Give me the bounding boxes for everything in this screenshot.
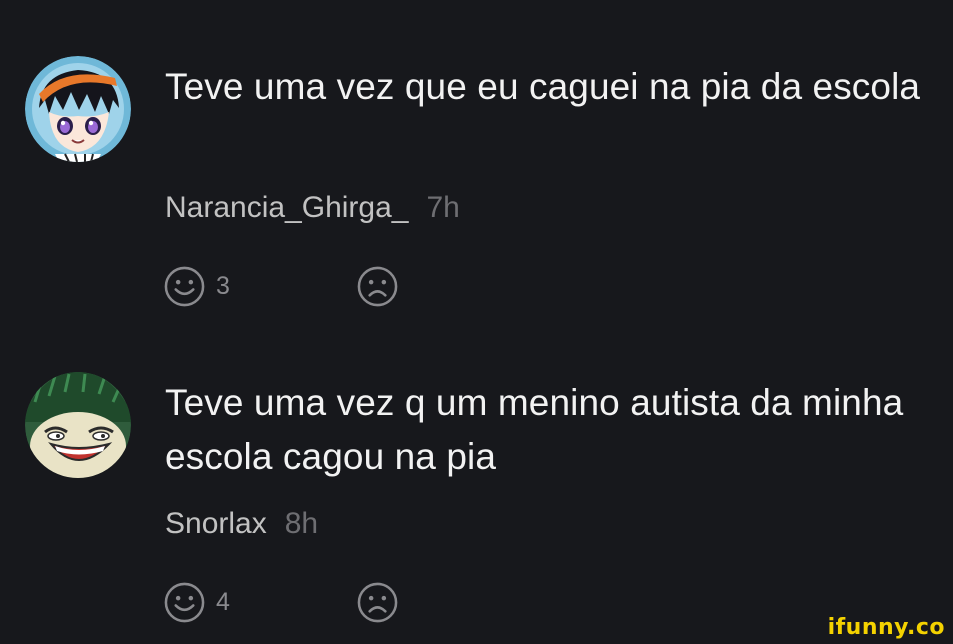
timestamp: 7h	[426, 191, 460, 224]
smile-button[interactable]: 3	[163, 264, 230, 308]
smile-count: 3	[216, 271, 230, 300]
smile-icon	[164, 266, 205, 306]
comment-text: Teve uma vez que eu caguei na pia da esc…	[165, 66, 921, 107]
frown-icon	[357, 266, 398, 306]
comment-actions: 3	[163, 264, 423, 308]
smile-count: 4	[216, 587, 230, 616]
frown-icon	[357, 582, 398, 622]
username[interactable]: Narancia_Ghirga_	[165, 191, 408, 224]
avatar[interactable]	[25, 56, 131, 162]
comment-meta: Narancia_Ghirga_ 7h	[165, 188, 460, 228]
comment-meta: Snorlax 8h	[165, 504, 318, 544]
anime-boy-avatar-icon	[25, 56, 131, 162]
snorlax-trollface-avatar-icon	[25, 372, 131, 478]
smile-button[interactable]: 4	[163, 580, 230, 624]
frown-button[interactable]	[356, 264, 399, 308]
smile-icon	[164, 582, 205, 622]
avatar[interactable]	[25, 372, 131, 478]
ifunny-watermark: ifunny.co	[827, 614, 945, 640]
comment-actions: 4	[163, 580, 423, 624]
comment-text: Teve uma vez q um menino autista da minh…	[165, 382, 904, 477]
frown-button[interactable]	[356, 580, 399, 624]
timestamp: 8h	[284, 507, 319, 540]
username[interactable]: Snorlax	[165, 507, 267, 540]
